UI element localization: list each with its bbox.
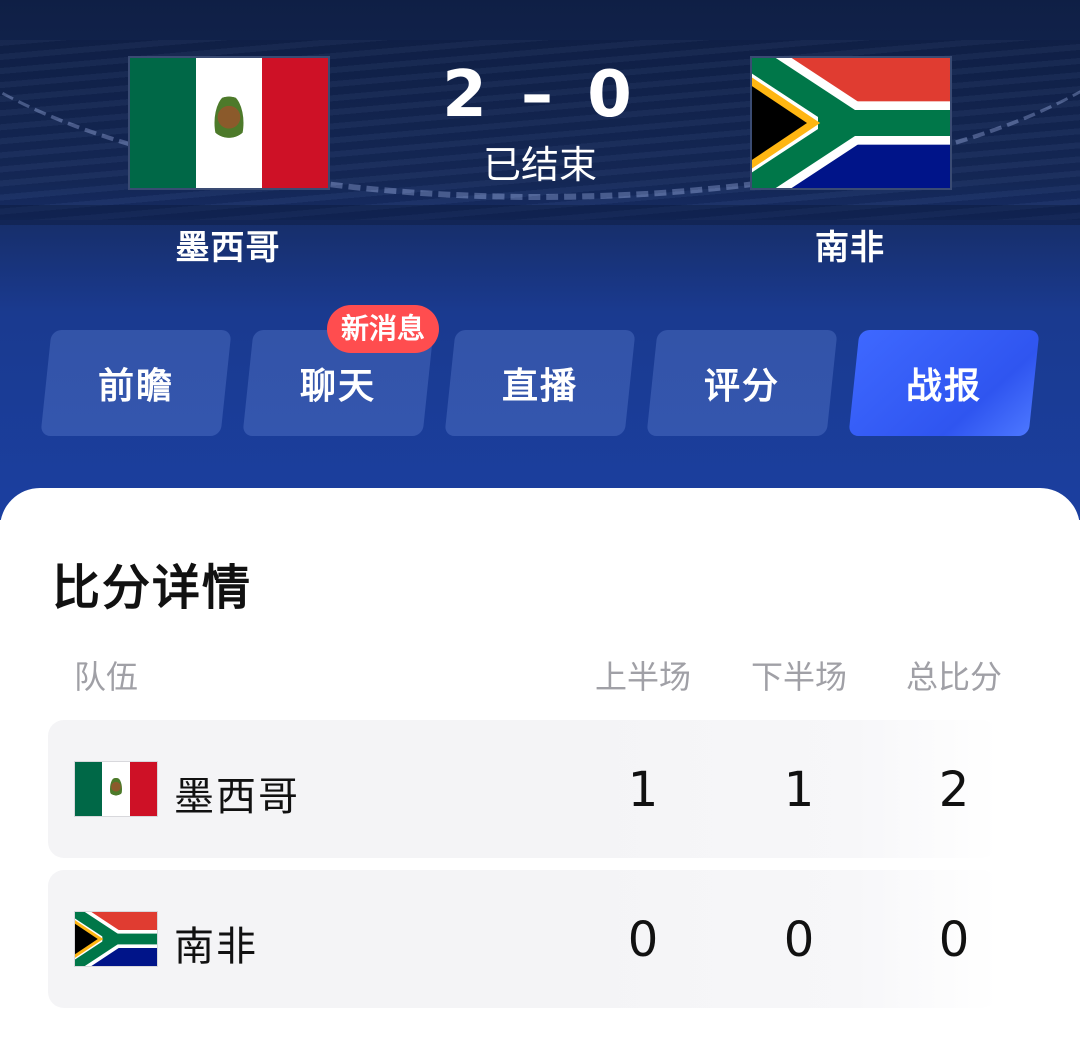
tab-label: 聊天 xyxy=(299,366,376,407)
new-message-badge: 新消息 xyxy=(327,305,440,353)
tab-live[interactable]: 直播 xyxy=(444,330,636,436)
total-score: 2 xyxy=(938,762,970,818)
second-half-score: 0 xyxy=(783,912,815,968)
first-half-score: 1 xyxy=(627,762,659,818)
column-header-team: 队伍 xyxy=(74,658,139,696)
row-team-name: 南非 xyxy=(174,924,258,970)
total-score: 0 xyxy=(938,912,970,968)
tab-label: 评分 xyxy=(703,366,780,407)
tab-report[interactable]: 战报 xyxy=(848,330,1040,436)
home-team-name: 墨西哥 xyxy=(175,228,281,268)
tab-label: 直播 xyxy=(501,366,578,407)
away-team-name: 南非 xyxy=(815,228,885,268)
match-status: 已结束 xyxy=(482,143,597,187)
mexico-flag-icon xyxy=(128,56,330,190)
row-team-name: 墨西哥 xyxy=(174,774,300,820)
first-half-score: 0 xyxy=(627,912,659,968)
column-header-total: 总比分 xyxy=(905,658,1002,696)
section-title: 比分详情 xyxy=(52,560,253,616)
south-africa-flag-icon xyxy=(74,911,158,967)
mexico-flag-icon xyxy=(74,761,158,817)
tab-label: 前瞻 xyxy=(97,366,174,407)
table-row: 南非 0 0 0 xyxy=(48,870,998,1008)
table-row: 墨西哥 1 1 2 xyxy=(48,720,998,858)
match-score: 2 – 0 xyxy=(442,58,638,132)
second-half-score: 1 xyxy=(783,762,815,818)
column-header-first-half: 上半场 xyxy=(594,658,691,696)
south-africa-flag-icon xyxy=(750,56,952,190)
tab-preview[interactable]: 前瞻 xyxy=(40,330,232,436)
tab-rating[interactable]: 评分 xyxy=(646,330,838,436)
column-header-second-half: 下半场 xyxy=(750,658,847,696)
tab-label: 战报 xyxy=(905,366,982,407)
